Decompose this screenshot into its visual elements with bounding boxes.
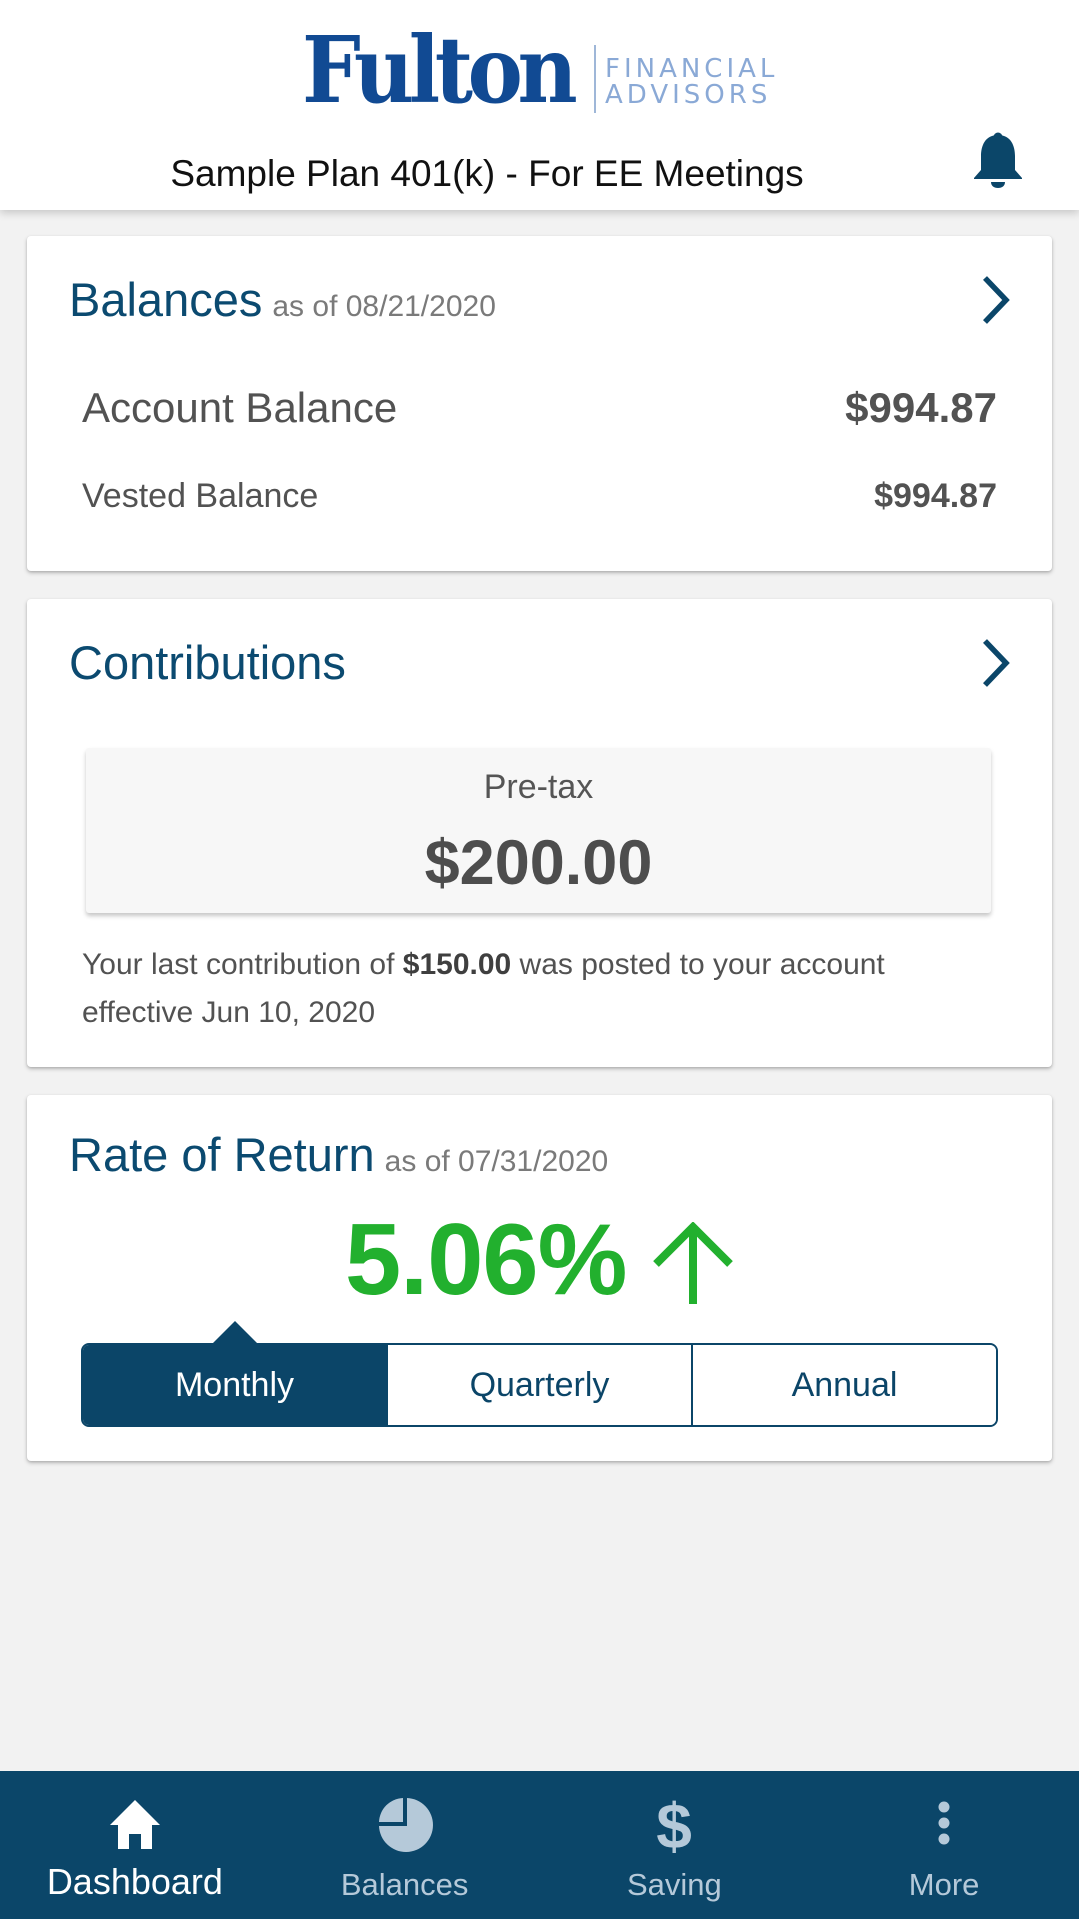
balances-title: Balances as of 08/21/2020 [69, 272, 496, 335]
ror-value-display: 5.06% [27, 1205, 1052, 1315]
logo-divider [594, 45, 596, 113]
rate-of-return-card: Rate of Return as of 07/31/2020 5.06% Mon… [27, 1095, 1052, 1461]
arrow-up-icon [653, 1222, 733, 1304]
note-amount: $150.00 [402, 948, 512, 981]
period-annual-button[interactable]: Annual [691, 1345, 996, 1425]
period-selector: Monthly Quarterly Annual [81, 1321, 998, 1427]
ror-title: Rate of Return as of 07/31/2020 [69, 1127, 608, 1190]
svg-text:$: $ [657, 1795, 693, 1855]
balances-details-button[interactable] [978, 274, 1014, 326]
notifications-button[interactable] [972, 132, 1024, 190]
pie-chart-icon [378, 1798, 433, 1852]
pretax-contribution-tile: Pre-tax $200.00 [86, 748, 991, 913]
vested-balance-value: $994.87 [874, 477, 997, 515]
nav-dashboard-label: Dashboard [46, 1861, 223, 1902]
note-prefix: Your last contribution of [82, 948, 403, 981]
contributions-card[interactable]: Contributions Pre-tax $200.00 Your last … [27, 599, 1052, 1067]
nav-balances-label: Balances [340, 1867, 469, 1902]
ror-value: 5.06% [345, 1204, 627, 1316]
nav-balances[interactable]: Balances [270, 1771, 540, 1919]
chevron-right-icon [983, 276, 1010, 324]
dollar-icon: $ [657, 1795, 693, 1855]
nav-more-label: More [908, 1867, 980, 1902]
ror-as-of: as of 07/31/2020 [384, 1145, 609, 1178]
period-monthly-button[interactable]: Monthly [83, 1321, 386, 1425]
chevron-right-icon [983, 639, 1010, 687]
nav-more[interactable]: More [809, 1771, 1079, 1919]
vested-balance-label: Vested Balance [82, 477, 319, 515]
nav-saving[interactable]: $ Saving [540, 1771, 810, 1919]
pretax-amount: $200.00 [424, 828, 653, 898]
active-period-pointer [212, 1321, 257, 1343]
bell-icon [974, 132, 1022, 188]
logo-subtitle-line2: ADVISORS [605, 80, 772, 110]
vested-balance-row: Vested Balance $994.87 [82, 477, 997, 516]
balances-as-of: as of 08/21/2020 [272, 290, 496, 323]
period-monthly-label: Monthly [174, 1365, 295, 1404]
pretax-label: Pre-tax [483, 768, 594, 806]
home-icon [109, 1800, 160, 1849]
nav-saving-label: Saving [626, 1867, 722, 1902]
period-quarterly-label: Quarterly [469, 1365, 610, 1404]
logo-subtitle: FINANCIAL ADVISORS [605, 56, 778, 108]
contributions-title: Contributions [69, 636, 346, 689]
balances-card[interactable]: Balances as of 08/21/2020 Account Balance… [27, 236, 1052, 571]
app-header: Fulton FINANCIAL ADVISORS Sample Plan 40… [0, 0, 1079, 210]
logo-subtitle-line1: FINANCIAL [605, 54, 779, 84]
contributions-details-button[interactable] [978, 637, 1014, 689]
ror-title-text: Rate of Return [69, 1128, 375, 1181]
last-contribution-note: Your last contribution of $150.00 was po… [82, 941, 992, 1037]
fulton-logo: Fulton FINANCIAL ADVISORS [300, 24, 780, 118]
account-balance-value: $994.87 [845, 384, 997, 431]
balances-title-text: Balances [69, 273, 263, 326]
period-quarterly-button[interactable]: Quarterly [386, 1345, 691, 1425]
account-balance-label: Account Balance [82, 384, 398, 431]
plan-title: Sample Plan 401(k) - For EE Meetings [170, 153, 804, 194]
period-annual-label: Annual [791, 1365, 898, 1404]
nav-dashboard[interactable]: Dashboard [0, 1771, 270, 1919]
bottom-navigation: Dashboard Balances $ Saving More [0, 1771, 1079, 1919]
account-balance-row: Account Balance $994.87 [82, 384, 997, 432]
more-vertical-icon [938, 1801, 950, 1845]
logo-brand-text: Fulton [302, 16, 578, 124]
